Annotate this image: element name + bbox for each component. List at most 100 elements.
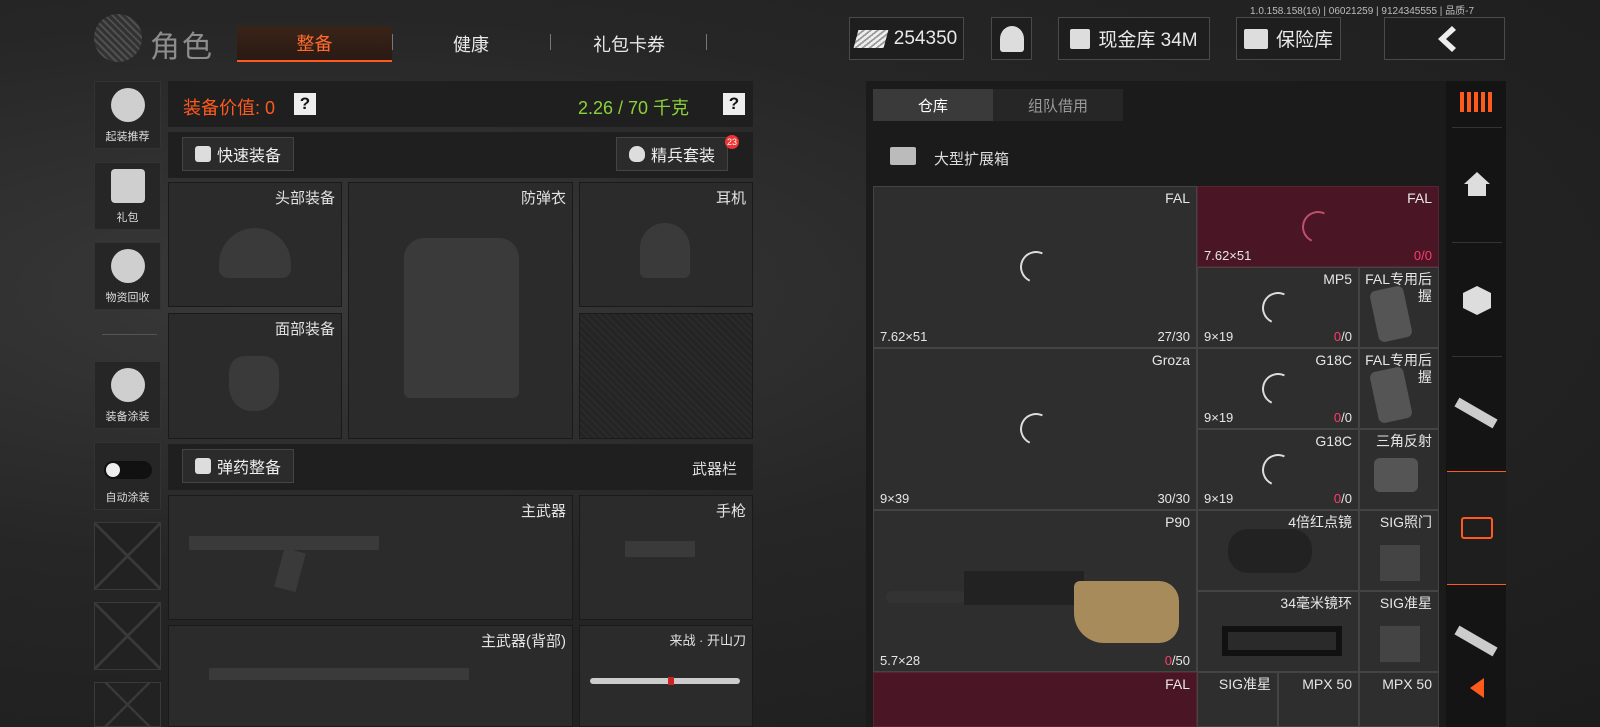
back-weapon-label: 主武器(背部) [481,633,566,650]
headset-slot[interactable]: 耳机 [579,182,753,307]
sidebar-divider [1452,127,1502,128]
item-caliber: 7.62×51 [1204,248,1252,263]
cash-stash-button[interactable]: 现金库 34M [1058,17,1210,60]
gift-pack-button[interactable]: 礼包 [94,162,161,230]
pistol-label: 手枪 [715,503,746,520]
melee-slot[interactable]: 来战 · 开山刀 [579,625,753,727]
locked-slot [579,313,753,439]
item-g18c[interactable]: G18C 9×19 0/0 [1197,348,1359,429]
elite-set-button[interactable]: 精兵套装 [616,137,729,171]
loadout-recommend-button[interactable]: 起装推荐 [94,81,161,149]
armor-label: 防弹衣 [520,190,566,207]
item-fal-grip[interactable]: FAL专用后握 [1359,267,1439,348]
shirt-icon [195,146,211,162]
container-box-icon [1461,517,1493,539]
armor-slot[interactable]: 防弹衣 [348,182,573,439]
front-sight-image [1380,626,1420,662]
weight-help-icon[interactable]: ? [723,93,745,115]
p90-body-image [964,571,1084,605]
item-p90[interactable]: P90 5.7×28 0/50 [873,510,1197,672]
item-count-current: 0 [1164,653,1172,668]
ammo-prep-label: 弹药整备 [217,460,282,477]
safe-icon [1243,28,1268,49]
toggle-switch[interactable] [103,461,152,479]
tab-health[interactable]: 健康 [402,26,540,62]
recycle-label: 物资回收 [105,292,150,304]
item-groza[interactable]: Groza 9×39 30/30 [873,348,1197,510]
page-title: 角色 [150,31,214,64]
safe-button[interactable]: 保险库 [1236,17,1341,60]
collapse-arrow-icon[interactable] [1468,676,1486,700]
item-mpx-mag[interactable]: MPX 50 [1359,672,1439,727]
item-name: MPX 50 [1302,676,1352,692]
loading-icon [1257,368,1299,410]
paint-button[interactable]: 装备涂装 [94,361,161,429]
cash-icon [853,29,889,48]
shield-icon [629,146,645,162]
tab-equip[interactable]: 整备 [237,26,392,62]
ammo-prep-button[interactable]: 弹药整备 [182,449,295,483]
item-g18c[interactable]: G18C 9×19 0/0 [1197,429,1359,510]
ammo-icon [195,458,211,474]
item-name: 4倍红点镜 [1288,514,1352,530]
pistol-slot[interactable]: 手枪 [579,495,753,620]
version-text: 1.0.158.158(16) | 06021259 | 9124345555 … [1250,6,1475,17]
cube-icon[interactable] [1461,284,1493,316]
item-count: 0/0 [1334,491,1352,506]
item-fal[interactable]: FAL 7.62×51 27/30 [873,186,1197,348]
item-fal-red[interactable]: FAL 7.62×51 0/0 [1197,186,1439,267]
container-label: 大型扩展箱 [934,151,1010,168]
item-fal-red[interactable]: FAL [873,672,1197,727]
back-button[interactable] [1384,17,1505,60]
tab-warehouse[interactable]: 仓库 [873,89,993,121]
gift-icon [110,169,145,203]
scope-image [1228,529,1312,573]
loading-icon [1257,449,1299,491]
suppressor-image [886,591,966,603]
auto-paint-toggle[interactable]: 自动涂装 [94,442,161,510]
item-name: FAL [1165,190,1190,206]
primary-weapon-label: 主武器 [520,503,566,520]
item-reflex-sight[interactable]: 三角反射 [1359,429,1439,510]
customer-service-button[interactable] [991,17,1032,60]
container-icon [890,147,916,165]
item-count-max: /50 [1171,653,1190,668]
loadout-recommend-label: 起装推荐 [105,131,150,143]
equipment-value: 装备价值: 0 [183,98,276,118]
item-count-max: /0 [1341,329,1352,344]
rear-sight-image [1380,545,1420,581]
menu-divider [102,334,157,335]
item-name: 34毫米镜环 [1280,595,1352,611]
cash-stash-label: 现金库 34M [1098,30,1198,51]
item-mpx-mag[interactable]: MPX 50 [1278,672,1359,727]
item-caliber: 9×19 [1204,410,1234,425]
tab-separator [706,34,707,50]
empty-menu-slot [94,682,161,727]
item-34mm-ring[interactable]: 34毫米镜环 [1197,591,1359,672]
head-gear-slot[interactable]: 头部装备 [168,182,342,307]
tab-team-borrow[interactable]: 组队借用 [993,89,1123,121]
paint-helmet-icon [110,368,145,402]
item-count: 0/50 [1165,653,1190,668]
primary-weapon-slot[interactable]: 主武器 [168,495,573,620]
item-sig-front-sight[interactable]: SIG准星 [1359,591,1439,672]
quick-equip-button[interactable]: 快速装备 [182,137,295,171]
recycle-button[interactable]: 物资回收 [94,242,161,310]
item-sig-rear-sight[interactable]: SIG照门 [1359,510,1439,591]
value-help-icon[interactable]: ? [294,93,316,115]
item-name: SIG照门 [1379,514,1432,530]
item-sig-front-sight[interactable]: SIG准星 [1197,672,1278,727]
item-mp5[interactable]: MP5 9×19 0/0 [1197,267,1359,348]
back-weapon-slot[interactable]: 主武器(背部) [168,625,573,727]
recycle-icon [110,249,145,283]
item-count: 0/0 [1334,329,1352,344]
sort-icon[interactable] [1460,92,1492,112]
home-icon[interactable] [1462,170,1492,198]
auto-paint-label: 自动涂装 [105,492,150,504]
item-fal-grip[interactable]: FAL专用后握 [1359,348,1439,429]
item-4x-scope[interactable]: 4倍红点镜 [1197,510,1359,591]
back-arrow-icon [1437,25,1456,52]
tab-separator [550,34,551,50]
tab-gift-cards[interactable]: 礼包卡券 [560,26,698,62]
face-gear-slot[interactable]: 面部装备 [168,313,342,439]
